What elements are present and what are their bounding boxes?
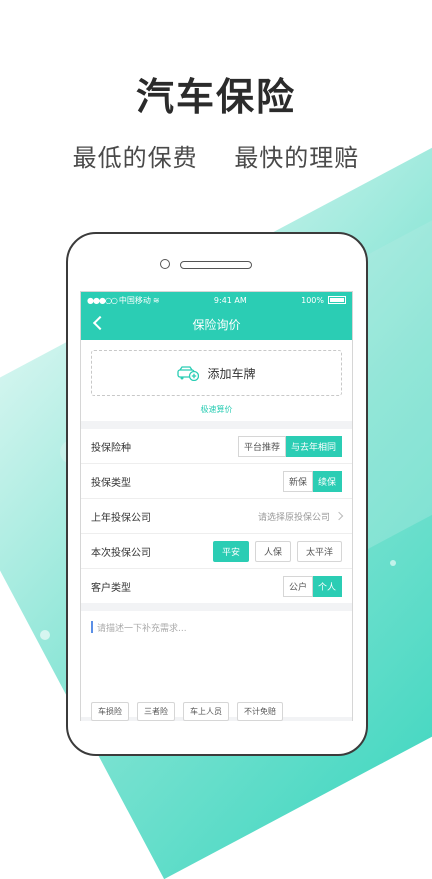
status-bar: ●●●○○ 中国移动 ≋ 9:41 AM 100% xyxy=(81,292,352,308)
tag-no-deductible[interactable]: 不计免赔 xyxy=(237,702,283,721)
customer-type-segment: 公户 个人 xyxy=(282,575,342,597)
company-option-cpic[interactable]: 太平洋 xyxy=(296,540,342,562)
app-screen: ●●●○○ 中国移动 ≋ 9:41 AM 100% 保险询价 添加车牌 极速算价 xyxy=(80,291,353,721)
notes-area[interactable]: 请描述一下补充需求... 车损险 三者险 车上人员 不计免赔 xyxy=(81,611,352,721)
customer-type-label: 客户类型 xyxy=(91,582,131,594)
back-arrow-icon[interactable] xyxy=(92,315,108,331)
text-cursor xyxy=(91,621,93,633)
policy-type-segment: 新保 续保 xyxy=(282,470,342,492)
page-title: 保险询价 xyxy=(192,317,241,332)
signal-icon: ●●●○○ xyxy=(87,295,118,305)
hero-subtitle: 最低的保费 最快的理赔 xyxy=(0,138,432,173)
notes-input[interactable]: 请描述一下补充需求... xyxy=(91,621,342,634)
wifi-icon: ≋ xyxy=(152,295,160,305)
policy-type-option-renew[interactable]: 续保 xyxy=(312,470,342,492)
hero-subtitle-right: 最快的理赔 xyxy=(234,144,360,172)
coverage-tags: 车损险 三者险 车上人员 不计免赔 xyxy=(91,702,283,721)
phone-speaker xyxy=(180,261,252,269)
policy-type-option-new[interactable]: 新保 xyxy=(282,470,313,492)
tag-passengers[interactable]: 车上人员 xyxy=(183,702,229,721)
company-option-pingan[interactable]: 平安 xyxy=(212,540,249,562)
current-company-label: 本次投保公司 xyxy=(91,547,151,559)
customer-type-option-personal[interactable]: 个人 xyxy=(312,575,342,597)
add-plate-button[interactable]: 添加车牌 xyxy=(91,350,342,396)
inquiry-form: 投保险种 平台推荐 与去年相同 投保类型 新保 续保 上年投保公司 请选择原投保… xyxy=(81,429,352,603)
battery-icon xyxy=(328,296,346,304)
section-gap xyxy=(81,421,352,429)
quick-quote-link[interactable]: 极速算价 xyxy=(91,404,342,415)
car-add-icon xyxy=(177,366,200,381)
add-plate-label: 添加车牌 xyxy=(207,366,256,381)
background-dot xyxy=(390,560,396,566)
hero-subtitle-left: 最低的保费 xyxy=(72,144,198,172)
carrier-info: ●●●○○ 中国移动 ≋ xyxy=(87,295,160,306)
last-company-select[interactable]: 请选择原投保公司 xyxy=(257,510,344,523)
current-company-options: 平安 人保 太平洋 xyxy=(212,540,342,562)
insurance-type-label: 投保险种 xyxy=(91,442,131,454)
customer-type-row: 客户类型 公户 个人 xyxy=(81,569,352,603)
background-dot xyxy=(40,630,50,640)
insurance-type-segment: 平台推荐 与去年相同 xyxy=(237,435,342,457)
customer-type-option-corporate[interactable]: 公户 xyxy=(282,575,313,597)
hero-title: 汽车保险 xyxy=(135,75,296,119)
current-company-row: 本次投保公司 平安 人保 太平洋 xyxy=(81,534,352,569)
phone-camera xyxy=(160,259,170,269)
tag-third-party[interactable]: 三者险 xyxy=(137,702,175,721)
insurance-type-row: 投保险种 平台推荐 与去年相同 xyxy=(81,429,352,464)
insurance-type-option-same-as-last-year[interactable]: 与去年相同 xyxy=(285,435,342,457)
plate-card: 添加车牌 极速算价 xyxy=(81,340,352,421)
tag-vehicle-damage[interactable]: 车损险 xyxy=(91,702,129,721)
nav-bar: 保险询价 xyxy=(81,308,352,340)
last-company-row[interactable]: 上年投保公司 请选择原投保公司 xyxy=(81,499,352,534)
company-option-picc[interactable]: 人保 xyxy=(254,540,291,562)
last-company-label: 上年投保公司 xyxy=(91,512,151,524)
battery-info: 100% xyxy=(301,296,346,305)
insurance-type-option-recommended[interactable]: 平台推荐 xyxy=(237,435,286,457)
status-time: 9:41 AM xyxy=(213,295,247,305)
carrier-name: 中国移动 xyxy=(118,295,151,305)
last-company-placeholder: 请选择原投保公司 xyxy=(257,512,330,523)
policy-type-label: 投保类型 xyxy=(91,477,131,489)
battery-percent: 100% xyxy=(301,295,324,305)
chevron-right-icon xyxy=(334,511,344,521)
policy-type-row: 投保类型 新保 续保 xyxy=(81,464,352,499)
